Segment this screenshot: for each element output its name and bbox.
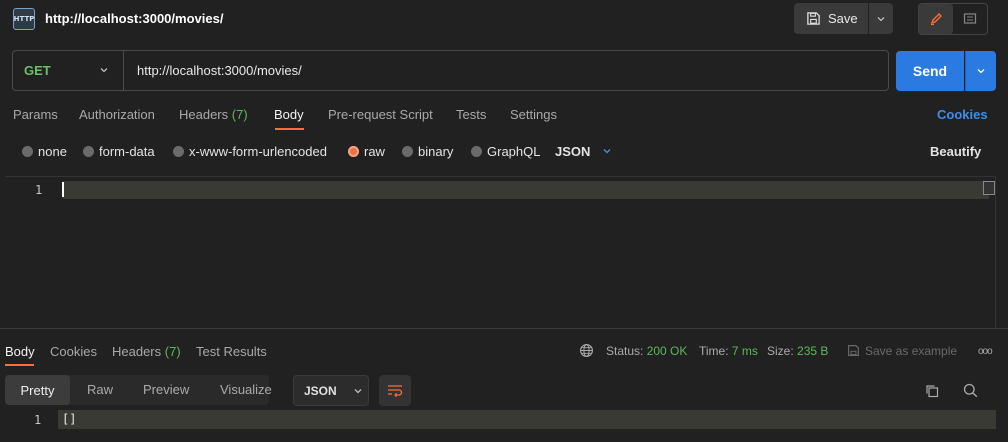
radio-form-data-label: form-data xyxy=(99,144,155,159)
request-body-editor[interactable]: 1 xyxy=(5,176,996,328)
radio-none-label: none xyxy=(38,144,67,159)
tab-tests[interactable]: Tests xyxy=(456,107,486,122)
save-button[interactable]: Save xyxy=(794,3,868,34)
documentation-mode-button[interactable] xyxy=(953,4,987,34)
tab-authorization[interactable]: Authorization xyxy=(79,107,155,122)
status-label: Status: xyxy=(606,344,644,358)
body-language-label: JSON xyxy=(555,144,591,159)
send-button[interactable]: Send xyxy=(896,51,964,91)
response-tab-headers[interactable]: Headers (7) xyxy=(112,344,181,359)
method-select[interactable]: GET xyxy=(13,51,124,90)
time-label: Time: xyxy=(699,344,729,358)
url-bar: GET http://localhost:3000/movies/ xyxy=(12,50,889,91)
format-visualize[interactable]: Visualize xyxy=(220,382,272,397)
radio-raw[interactable] xyxy=(348,146,359,157)
floppy-icon xyxy=(807,12,820,25)
pencil-icon xyxy=(930,13,942,26)
more-options-button[interactable]: ooo xyxy=(978,346,993,357)
word-wrap-button[interactable] xyxy=(379,375,411,406)
format-pretty[interactable]: Pretty xyxy=(5,375,70,405)
radio-graphql[interactable] xyxy=(471,146,482,157)
save-options-button[interactable] xyxy=(869,3,893,34)
tab-body[interactable]: Body xyxy=(274,107,304,122)
response-language-label: JSON xyxy=(304,383,337,398)
radio-form-data[interactable] xyxy=(83,146,94,157)
request-title[interactable]: http://localhost:3000/movies/ xyxy=(45,11,223,26)
save-as-example-button[interactable]: Save as example xyxy=(847,344,957,358)
chevron-down-icon xyxy=(877,16,885,21)
search-icon[interactable] xyxy=(963,383,978,398)
save-label: Save xyxy=(828,11,858,26)
body-mode-options: none form-data x-www-form-urlencoded raw… xyxy=(0,141,1008,163)
chevron-down-icon xyxy=(603,149,611,154)
cookies-link[interactable]: Cookies xyxy=(937,107,988,122)
response-active-line xyxy=(58,410,996,429)
response-tab-body[interactable]: Body xyxy=(5,344,35,359)
response-tab-cookies[interactable]: Cookies xyxy=(50,344,97,359)
tab-settings[interactable]: Settings xyxy=(510,107,557,122)
response-active-tab-indicator xyxy=(5,364,34,366)
response-body-content[interactable]: [] xyxy=(62,412,76,426)
format-raw[interactable]: Raw xyxy=(87,382,113,397)
size-label: Size: xyxy=(767,344,794,358)
format-preview[interactable]: Preview xyxy=(143,382,189,397)
request-tabs: Params Authorization Headers (7) Body Pr… xyxy=(0,100,1008,130)
chevron-down-icon xyxy=(354,388,362,393)
tab-params[interactable]: Params xyxy=(13,107,58,122)
radio-binary[interactable] xyxy=(402,146,413,157)
text-cursor xyxy=(62,182,64,197)
size-value: 235 B xyxy=(797,344,829,358)
body-language-select[interactable]: JSON xyxy=(555,144,612,159)
response-tab-headers-label: Headers xyxy=(112,344,162,359)
active-line-highlight xyxy=(63,181,989,199)
url-input[interactable]: http://localhost:3000/movies/ xyxy=(137,63,302,78)
radio-urlencoded-label: x-www-form-urlencoded xyxy=(189,144,327,159)
pane-divider[interactable] xyxy=(0,328,1008,329)
radio-binary-label: binary xyxy=(418,144,454,159)
radio-graphql-label: GraphQL xyxy=(487,144,541,159)
send-options-button[interactable] xyxy=(965,51,996,91)
status-indicator[interactable]: Status: 200 OK xyxy=(606,344,687,358)
response-line-number: 1 xyxy=(34,413,42,427)
save-as-example-label: Save as example xyxy=(865,344,958,358)
view-mode-toggle xyxy=(918,3,988,35)
floppy-icon xyxy=(848,345,859,356)
response-headers-count: (7) xyxy=(164,344,181,359)
active-tab-indicator xyxy=(275,128,304,130)
radio-none[interactable] xyxy=(22,146,33,157)
copy-icon[interactable] xyxy=(925,384,939,398)
line-number: 1 xyxy=(35,183,43,197)
response-language-select[interactable]: JSON xyxy=(293,375,369,406)
time-indicator[interactable]: Time: 7 ms xyxy=(699,344,758,358)
edit-mode-button[interactable] xyxy=(919,4,953,34)
status-value: 200 OK xyxy=(646,344,688,358)
editor-scrollbar-track xyxy=(995,176,996,328)
tab-headers-label: Headers xyxy=(179,107,229,122)
editor-scrollbar-thumb[interactable] xyxy=(983,181,995,195)
size-indicator[interactable]: Size: 235 B xyxy=(767,344,828,358)
tab-prerequest-script[interactable]: Pre-request Script xyxy=(328,107,433,122)
response-format-tabs: Pretty Raw Preview Visualize xyxy=(5,375,272,405)
chevron-down-icon xyxy=(100,68,108,73)
wrap-lines-icon xyxy=(388,384,403,397)
tab-headers[interactable]: Headers (7) xyxy=(179,107,248,122)
globe-icon[interactable] xyxy=(579,343,594,358)
radio-raw-label: raw xyxy=(364,144,385,159)
method-label: GET xyxy=(24,63,51,78)
response-tab-test-results[interactable]: Test Results xyxy=(196,344,267,359)
beautify-link[interactable]: Beautify xyxy=(930,144,981,159)
comment-icon xyxy=(963,13,977,24)
headers-count: (7) xyxy=(231,107,248,122)
top-bar: HTTP http://localhost:3000/movies/ Save xyxy=(0,0,1008,38)
time-value: 7 ms xyxy=(731,344,758,358)
radio-urlencoded[interactable] xyxy=(173,146,184,157)
chevron-down-icon xyxy=(977,69,985,74)
http-request-icon: HTTP xyxy=(13,8,35,30)
